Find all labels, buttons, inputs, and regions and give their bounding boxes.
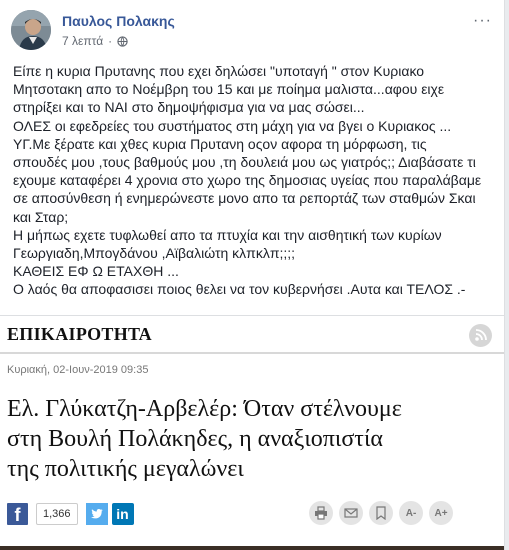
meta-separator: · <box>108 34 113 48</box>
email-icon <box>344 508 358 518</box>
post-text-line: Ο λαός θα αποφασισει ποιος θελει να τον … <box>13 281 466 298</box>
author-name[interactable]: Παυλος Πολακης <box>62 13 175 29</box>
section-title: ΕΠΙΚΑΙΡΟΤΗΤΑ <box>7 324 152 344</box>
share-bar: f 1,366 in <box>7 501 134 527</box>
post-text-line: και Σταρ; <box>13 208 69 225</box>
twitter-share-button[interactable] <box>85 503 108 525</box>
post-text-line: στηρίξει και το ΝΑΙ στο δημοψήφισμα για … <box>13 99 365 116</box>
post-meta: 7 λεπτά · <box>62 34 128 48</box>
avatar[interactable] <box>11 10 51 50</box>
facebook-post: Παυλος Πολακης 7 λεπτά · ··· Είπε η κυρι… <box>0 0 505 550</box>
post-text-line: ΥΓ.Με ξέρατε και χθες κυρια Πρυτανη οςον… <box>13 135 427 152</box>
post-time[interactable]: 7 λεπτά <box>62 34 103 48</box>
facebook-share-button[interactable]: f <box>7 503 28 525</box>
post-text-line: Γεωργιαδη,Μπογδάνου ,Αϊβαλιώτη κλπκλπ;;;… <box>13 245 296 262</box>
article-image <box>0 546 504 550</box>
post-options-menu[interactable]: ··· <box>473 12 492 30</box>
print-icon <box>315 506 327 520</box>
twitter-icon <box>90 509 103 519</box>
headline-line: της πολιτικής μεγαλώνει <box>7 456 244 482</box>
avatar-photo <box>11 10 51 50</box>
email-button[interactable] <box>339 501 363 525</box>
headline-line: Ελ. Γλύκατζη-Αρβελέρ: Όταν στέλνουμε <box>7 396 402 422</box>
article-headline[interactable]: Ελ. Γλύκατζη-Αρβελέρ: Όταν στέλνουμε στη… <box>7 394 497 484</box>
print-button[interactable] <box>309 501 333 525</box>
linkedin-share-button[interactable]: in <box>111 503 134 525</box>
article-tools: A- A+ <box>309 501 453 525</box>
font-increase-button[interactable]: A+ <box>429 501 453 525</box>
bookmark-button[interactable] <box>369 501 393 525</box>
post-text-line: σε αποσύνθεση ή ενημερώνεστε μονο απο τα… <box>13 190 476 207</box>
post-text-line: ΟΛΕΣ οι εφεδρείες του συστήματος στη μάχ… <box>13 117 452 134</box>
headline-line: στη Βουλή Πολάκηδες, η αναξιοπιστία <box>7 426 383 452</box>
post-text-line: Η μήπως εχετε τυφλωθεί απο τα πτυχία και… <box>13 226 442 243</box>
rss-icon <box>475 329 487 341</box>
bookmark-icon <box>376 506 386 520</box>
post-text: Είπε η κυρια Πρυτανης που εχει δηλώσει "… <box>13 62 495 299</box>
share-count: 1,366 <box>36 503 78 525</box>
article-date: Κυριακή, 02-Ιουν-2019 09:35 <box>7 364 149 376</box>
post-text-line: σπουδές μου ,τους βαθμούς μου ,τη δουλει… <box>13 154 476 171</box>
section-header: ΕΠΙΚΑΙΡΟΤΗΤΑ <box>0 316 504 354</box>
post-text-line: Μητσοτακη απο το Νοέμβρη του 15 και με π… <box>13 81 445 98</box>
globe-icon <box>117 35 128 47</box>
font-decrease-button[interactable]: A- <box>399 501 423 525</box>
post-text-line: Είπε η κυρια Πρυτανης που εχει δηλώσει "… <box>13 63 425 79</box>
post-text-line: ΚΑΘΕΙΣ ΕΦ Ω ΕΤΑΧΘΗ ... <box>13 263 179 280</box>
shared-article-screenshot[interactable]: ΕΠΙΚΑΙΡΟΤΗΤΑ Κυριακή, 02-Ιουν-2019 09:35… <box>0 315 504 550</box>
post-text-line: εχουμε καταφέρει 4 χρονια στο χωρο της δ… <box>13 172 482 189</box>
rss-button[interactable] <box>469 324 492 347</box>
